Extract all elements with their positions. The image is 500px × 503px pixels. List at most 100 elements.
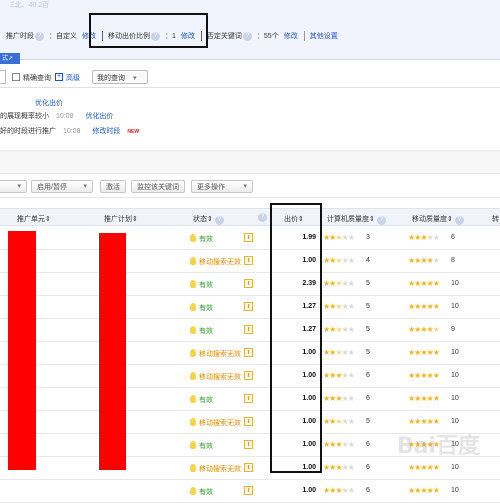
time-value: ：自定义 <box>49 33 77 40</box>
col-next-header[interactable]: 转 <box>492 214 499 224</box>
pause-toggle-icon[interactable]: ‖ <box>244 279 253 288</box>
enable-pause-dropdown[interactable]: 启用/暂停 ▾ <box>31 180 93 193</box>
star-half-icon: ★ <box>335 302 342 311</box>
table-row: 有效 ‖ 1.27 ★★★★★ 5 ★★★★★ 9 <box>0 319 500 342</box>
status-text: 有效 <box>199 489 213 496</box>
pc-quality-stars: ★★★★★ <box>323 394 355 403</box>
pause-toggle-icon[interactable]: ‖ <box>244 463 253 472</box>
my-query-label: 我的查询 <box>97 75 125 82</box>
pc-quality-score: 4 <box>366 257 370 264</box>
price-cell[interactable]: 1.00 <box>276 487 316 494</box>
negative-keywords-value: ：55个 <box>256 33 279 40</box>
pause-toggle-icon[interactable]: ‖ <box>244 233 253 242</box>
pc-quality-stars: ★★★★★ <box>323 256 355 265</box>
pause-toggle-icon[interactable]: ‖ <box>244 256 253 265</box>
star-empty-icon: ★ <box>347 348 355 357</box>
mobile-quality-score: 9 <box>451 326 455 333</box>
optimize-bid-link[interactable]: 优化出价 <box>85 113 113 120</box>
star-half-icon: ★ <box>335 256 342 265</box>
star-empty-icon: ★ <box>347 325 355 334</box>
sort-icon: ⇕ <box>369 216 375 223</box>
mobile-quality-stars: ★★★★★ <box>408 279 440 288</box>
star-half-icon: ★ <box>335 417 342 426</box>
star-empty-icon: ★ <box>347 302 355 311</box>
star-full-icon: ★ <box>432 371 440 380</box>
mobile-quality-stars: ★★★★★ <box>408 486 440 495</box>
help-icon[interactable]: ? <box>242 31 252 41</box>
divider <box>303 31 305 41</box>
col-unit-header[interactable]: 推广单元⇕ <box>17 214 51 224</box>
table-row: 有效 ‖ 1.99 ★★★★★ 3 ★★★★★ 6 <box>0 227 500 250</box>
mobile-quality-score: 10 <box>451 395 459 402</box>
suggestion-item: 的展现概率较小 10:08 优化出价 <box>0 111 113 121</box>
col-pc-quality-label: 计算机质量度 <box>327 216 369 223</box>
pause-toggle-icon[interactable]: ‖ <box>244 486 253 495</box>
pause-toggle-icon[interactable]: ‖ <box>244 348 253 357</box>
pause-toggle-icon[interactable]: ‖ <box>244 325 253 334</box>
lightbulb-icon <box>190 303 196 311</box>
star-empty-icon: ★ <box>347 394 355 403</box>
activate-button[interactable]: 激活 <box>100 180 126 193</box>
pause-toggle-icon[interactable]: ‖ <box>244 417 253 426</box>
more-actions-dropdown[interactable]: 更多操作 ▾ <box>191 180 253 193</box>
highlight-box-mobile-ratio <box>89 13 208 48</box>
pc-quality-score: 6 <box>366 395 370 402</box>
table-row: 移动搜索无效 ‖ 1.00 ★★★★★ 6 ★★★★★ 10 <box>0 457 500 480</box>
star-full-icon: ★ <box>426 325 434 334</box>
external-link-icon: ↗ <box>8 56 14 62</box>
col-pc-quality-header[interactable]: 计算机质量度⇕ ? <box>327 214 389 225</box>
column-settings-icon[interactable]: ? <box>258 213 267 222</box>
pc-quality-score: 5 <box>366 418 370 425</box>
action-toolbar: ▾ 启用/暂停 ▾ 激活 监控该关键词 更多操作 ▾ <box>0 174 500 198</box>
campaign-settings-bar: Ξ北、40.2百 推广时段 ? ：自定义 修改 移动出价比例 ? ：1 修改 否… <box>0 0 500 60</box>
highlight-box-price-column <box>270 203 322 473</box>
negative-keywords-edit-link[interactable]: 修改 <box>284 31 298 41</box>
help-icon[interactable]: ? <box>454 216 464 225</box>
star-full-icon: ★ <box>432 394 440 403</box>
lightbulb-icon <box>190 280 196 288</box>
table-header: 推广单元⇕ 推广计划⇕ 状态⇕ ? ? 出价⇕ 计算机质量度⇕ ? 移动质量度⇕… <box>0 208 500 226</box>
pc-quality-stars: ★★★★★ <box>323 417 355 426</box>
status-text: 有效 <box>199 328 213 335</box>
pause-toggle-icon[interactable]: ‖ <box>244 371 253 380</box>
star-empty-icon: ★ <box>347 233 355 242</box>
mobile-quality-stars: ★★★★★ <box>408 325 440 334</box>
other-settings-link[interactable]: 其他设置 <box>310 31 338 41</box>
pc-quality-score: 5 <box>366 280 370 287</box>
my-query-dropdown[interactable]: 我的查询 ▾ <box>92 70 148 84</box>
star-half-icon: ★ <box>335 325 342 334</box>
chevron-down-icon: ▾ <box>83 183 87 190</box>
table-row: 移动搜索无效 ‖ 1.00 ★★★★★ 5 ★★★★★ 10 <box>0 342 500 365</box>
lightbulb-icon <box>190 418 196 426</box>
advanced-plus-icon[interactable]: + <box>55 73 63 81</box>
advanced-search-link[interactable]: 高级 <box>66 73 80 83</box>
status-text: 有效 <box>199 443 213 450</box>
table-row: 有效 ‖ 1.27 ★★★★★ 5 ★★★★★ 10 <box>0 296 500 319</box>
modify-time-link[interactable]: 修改时段 <box>92 128 120 135</box>
suggestion-title[interactable]: 优化出价 <box>35 98 63 108</box>
help-icon[interactable]: ? <box>376 216 386 225</box>
star-empty-icon: ★ <box>347 256 355 265</box>
pause-toggle-icon[interactable]: ‖ <box>244 394 253 403</box>
lightbulb-icon <box>190 326 196 334</box>
pause-toggle-icon[interactable]: ‖ <box>244 302 253 311</box>
mobile-quality-stars: ★★★★★ <box>408 463 440 472</box>
search-input[interactable] <box>0 70 6 84</box>
star-empty-icon: ★ <box>347 486 355 495</box>
mobile-quality-score: 10 <box>451 303 459 310</box>
col-mobile-quality-header[interactable]: 移动质量度⇕ ? <box>412 214 467 225</box>
status-text: 有效 <box>199 397 213 404</box>
lightbulb-icon <box>190 349 196 357</box>
pc-quality-stars: ★★★★★ <box>323 325 355 334</box>
exact-query-checkbox[interactable] <box>12 73 20 81</box>
help-icon[interactable]: ? <box>214 216 224 225</box>
external-link-button[interactable]: 式↗ <box>0 53 20 64</box>
help-icon[interactable]: ? <box>35 31 44 41</box>
col-status-header[interactable]: 状态⇕ ? <box>193 214 227 225</box>
first-dropdown[interactable]: ▾ <box>0 180 27 193</box>
pause-toggle-icon[interactable]: ‖ <box>244 440 253 449</box>
col-plan-header[interactable]: 推广计划⇕ <box>104 214 138 224</box>
lightbulb-icon <box>190 234 196 242</box>
pc-quality-score: 6 <box>366 372 370 379</box>
monitor-keyword-button[interactable]: 监控该关键词 <box>131 180 185 193</box>
